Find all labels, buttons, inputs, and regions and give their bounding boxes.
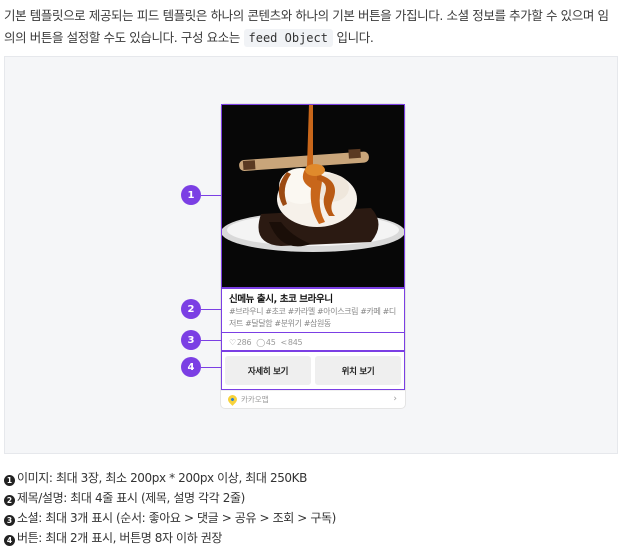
location-button[interactable]: 위치 보기 <box>315 356 401 385</box>
leader-line-1 <box>201 195 221 196</box>
map-pin-icon <box>226 393 239 406</box>
kakaomap-footer[interactable]: 카카오맵 › <box>221 390 405 408</box>
note-number: 1 <box>4 475 15 486</box>
heart-icon: ♡ <box>229 337 236 347</box>
feed-template-card: 신메뉴 출시, 초코 브라우니 #브라우니 #초코 #카라멜 #아이스크림 #카… <box>221 104 405 408</box>
content-description: #브라우니 #초코 #카라멜 #아이스크림 #카페 #디저트 #달달함 #분위기… <box>229 307 396 328</box>
note-social: 3 소셜: 최대 3개 표시 (순서: 좋아요 > 댓글 > 공유 > 조회 > … <box>4 508 618 528</box>
leader-line-3 <box>201 340 221 341</box>
note-title-description: 2 제목/설명: 최대 4줄 표시 (제목, 설명 각각 2줄) <box>4 488 618 508</box>
leader-line-4 <box>201 367 221 368</box>
note-image: 1 이미지: 최대 3장, 최소 200px * 200px 이상, 최대 250… <box>4 468 618 488</box>
intro-paragraph: 기본 템플릿으로 제공되는 피드 템플릿은 하나의 콘텐츠와 하나의 기본 버튼… <box>4 5 618 49</box>
note-number: 2 <box>4 495 15 506</box>
kakaomap-label: 카카오맵 <box>241 395 269 404</box>
marker-3: 3 <box>181 330 201 350</box>
social-info: ♡286 ◯45 <845 <box>221 333 405 351</box>
content-text: 신메뉴 출시, 초코 브라우니 #브라우니 #초코 #카라멜 #아이스크림 #카… <box>221 288 405 332</box>
preview-stage: 신메뉴 출시, 초코 브라우니 #브라우니 #초코 #카라멜 #아이스크림 #카… <box>4 56 618 454</box>
marker-1: 1 <box>181 185 201 205</box>
feed-object-code: feed Object <box>243 29 333 47</box>
intro-text-end: 입니다. <box>332 30 374 45</box>
share-count: <845 <box>280 337 303 347</box>
comment-count: ◯45 <box>256 337 276 347</box>
content-title: 신메뉴 출시, 초코 브라우니 <box>229 294 333 305</box>
share-icon: < <box>280 337 288 347</box>
comment-icon: ◯ <box>256 337 265 347</box>
note-number: 3 <box>4 515 15 526</box>
chevron-right-icon: › <box>393 394 397 404</box>
component-notes: 1 이미지: 최대 3장, 최소 200px * 200px 이상, 최대 250… <box>4 468 618 548</box>
note-buttons: 4 버튼: 최대 2개 표시, 버튼명 8자 이하 권장 <box>4 528 618 548</box>
detail-button[interactable]: 자세히 보기 <box>225 356 311 385</box>
content-image <box>221 104 405 288</box>
leader-line-2 <box>201 309 221 310</box>
marker-2: 2 <box>181 299 201 319</box>
marker-4: 4 <box>181 357 201 377</box>
button-group: 자세히 보기 위치 보기 <box>221 352 405 389</box>
like-count: ♡286 <box>229 337 252 347</box>
note-number: 4 <box>4 535 15 546</box>
